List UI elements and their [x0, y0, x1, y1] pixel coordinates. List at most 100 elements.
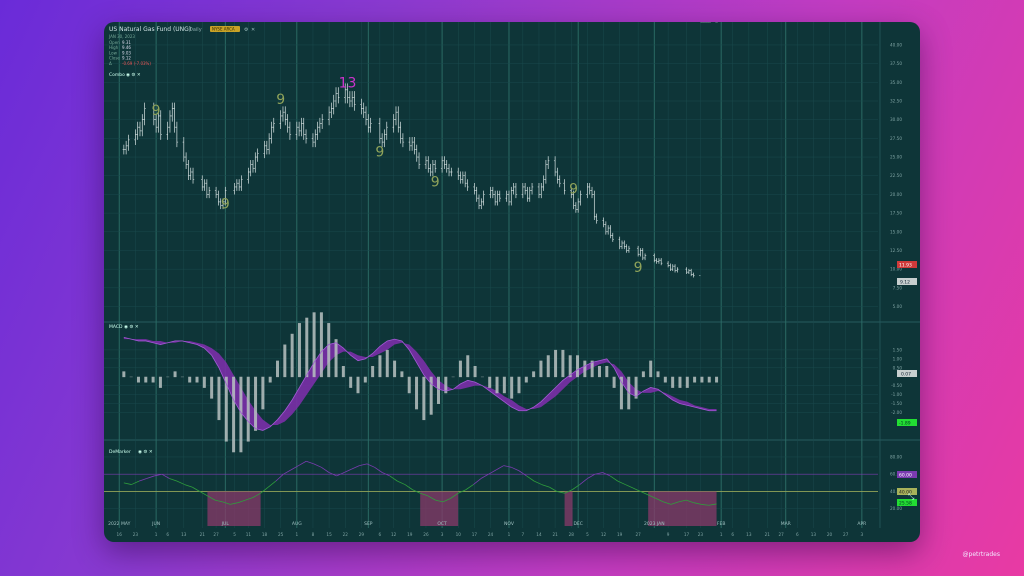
- macd-histogram-bar: [649, 360, 653, 378]
- interval-label[interactable]: Daily: [189, 27, 202, 33]
- month-tick-label: FEB: [717, 521, 726, 527]
- macd-histogram-bar: [290, 333, 294, 378]
- demarker-line-segment: [609, 475, 618, 482]
- macd-histogram-bar: [210, 376, 214, 399]
- macd-histogram-bar: [297, 323, 301, 378]
- day-tick-label: 14: [536, 532, 542, 537]
- day-tick-label: 24: [488, 532, 494, 537]
- macd-histogram-bar: [715, 376, 719, 383]
- day-tick-label: 21: [200, 532, 206, 537]
- ohlc-readout: Open 9.31High 9.46Low 9.03Close 9.12Δ -0.69 (…: [109, 40, 151, 66]
- macd-histogram-bar: [583, 360, 587, 378]
- demarker-controls-icon[interactable]: ◉ ⚙ ✕: [138, 449, 153, 455]
- credit-label: @petrtrades: [962, 551, 1000, 558]
- price-tick-label: 12.50: [890, 248, 902, 253]
- dem-tick-label: 20.00: [890, 506, 902, 511]
- day-tick-label: 27: [213, 532, 219, 537]
- demarker-line-segment: [199, 491, 208, 497]
- macd-controls-icon[interactable]: ◉ ⚙ ✕: [124, 324, 139, 330]
- month-tick-label: DEC: [573, 521, 582, 527]
- day-tick-label: 1: [155, 532, 158, 537]
- ohlc-value: -0.69 (-7.03%): [122, 61, 151, 66]
- demarker-line-segment: [283, 469, 292, 475]
- macd-histogram-bar: [495, 376, 499, 394]
- macd-histogram-bar: [385, 349, 389, 378]
- demarker-line-segment: [625, 484, 634, 489]
- day-tick-label: 6: [379, 532, 382, 537]
- macd-histogram-bar: [188, 376, 192, 383]
- oversold-zone: [564, 491, 573, 526]
- day-tick-label: 9: [667, 532, 670, 537]
- demarker-line-segment: [359, 463, 368, 466]
- macd-histogram-bar: [488, 376, 492, 388]
- chart-svg[interactable]: 999999991313 162316132127511182518152229…: [104, 22, 920, 542]
- macd-histogram-bar: [641, 371, 645, 378]
- td-nine-label: 9: [152, 103, 161, 119]
- macd-histogram-bar: [663, 376, 667, 383]
- dem-badge-purple: 60.00: [899, 473, 912, 479]
- price-tick-label: 20.00: [890, 192, 902, 197]
- macd-histogram-bar: [517, 376, 521, 394]
- td-thirteen-label: 13: [701, 22, 719, 26]
- macd-label: MACD: [109, 324, 123, 330]
- macd-histogram-bar: [678, 376, 682, 388]
- demarker-line-segment: [571, 484, 581, 491]
- macd-tick-label: 1.00: [893, 356, 903, 361]
- macd-histogram-bar: [612, 376, 616, 388]
- td-nine-label: 9: [431, 174, 440, 190]
- demarker-pane[interactable]: [104, 460, 878, 526]
- combo-eye-icon[interactable]: ◉ ⚙ ✕: [126, 72, 141, 78]
- macd-histogram-bar: [327, 323, 331, 378]
- dem-tick-label: 80.00: [890, 454, 902, 459]
- demarker-line-segment: [404, 484, 413, 491]
- macd-pane[interactable]: [122, 312, 719, 453]
- price-tick-label: 15.00: [890, 229, 902, 234]
- demarker-line-segment: [374, 466, 383, 473]
- macd-histogram-bar: [546, 355, 550, 378]
- demarker-line-segment: [503, 465, 512, 468]
- macd-histogram-bar: [151, 376, 155, 383]
- chart-title: US Natural Gas Fund (UNG): [109, 26, 191, 33]
- price-tick-label: 22.50: [890, 173, 902, 178]
- macd-histogram-bar: [246, 376, 250, 442]
- day-tick-label: 8: [312, 532, 315, 537]
- day-tick-label: 3: [861, 532, 864, 537]
- demarker-line-segment: [488, 469, 497, 475]
- macd-histogram-bar: [254, 376, 258, 431]
- macd-histogram-bar: [671, 376, 675, 388]
- month-tick-label: SEP: [364, 521, 373, 527]
- macd-tick-label: -1.50: [891, 401, 902, 406]
- close-icon[interactable]: ✕: [251, 27, 255, 33]
- gear-icon[interactable]: ⚙: [244, 27, 249, 33]
- macd-histogram-bar: [239, 376, 243, 453]
- price-tick-label: 7.50: [893, 285, 903, 290]
- price-tick-label: 17.50: [890, 211, 902, 216]
- month-tick-label: 2023 JAN: [644, 521, 665, 527]
- demarker-line-segment: [617, 480, 626, 485]
- day-tick-label: 13: [811, 532, 817, 537]
- price-tick-label: 25.00: [890, 155, 902, 160]
- demarker-line-segment: [397, 480, 406, 485]
- day-tick-label: 16: [117, 532, 123, 537]
- macd-histogram-bar: [378, 355, 382, 378]
- macd-histogram-bar: [305, 317, 309, 378]
- exchange-badge: NYSE ARCA: [212, 27, 235, 32]
- macd-histogram-bar: [436, 376, 440, 404]
- macd-badge-gray: 0.07: [901, 372, 911, 378]
- chart-date: JAN 30, 2023: [108, 34, 135, 39]
- price-tick-label: 40.00: [890, 42, 902, 47]
- macd-tick-label: 1.50: [893, 347, 903, 352]
- macd-histogram-bar: [466, 355, 470, 378]
- macd-histogram-bar: [341, 366, 345, 378]
- macd-histogram-bar: [202, 376, 206, 388]
- day-tick-label: 5: [233, 532, 236, 537]
- macd-histogram-bar: [122, 371, 126, 378]
- demarker-line-segment: [351, 465, 360, 470]
- price-pane[interactable]: 999999991313: [122, 22, 721, 278]
- day-tick-label: 21: [765, 532, 771, 537]
- resize-icon[interactable]: ⤡: [908, 492, 914, 502]
- macd-histogram-bar: [532, 371, 536, 378]
- day-tick-label: 28: [569, 532, 575, 537]
- macd-histogram-bar: [276, 360, 280, 378]
- month-tick-label: JUL: [221, 521, 230, 527]
